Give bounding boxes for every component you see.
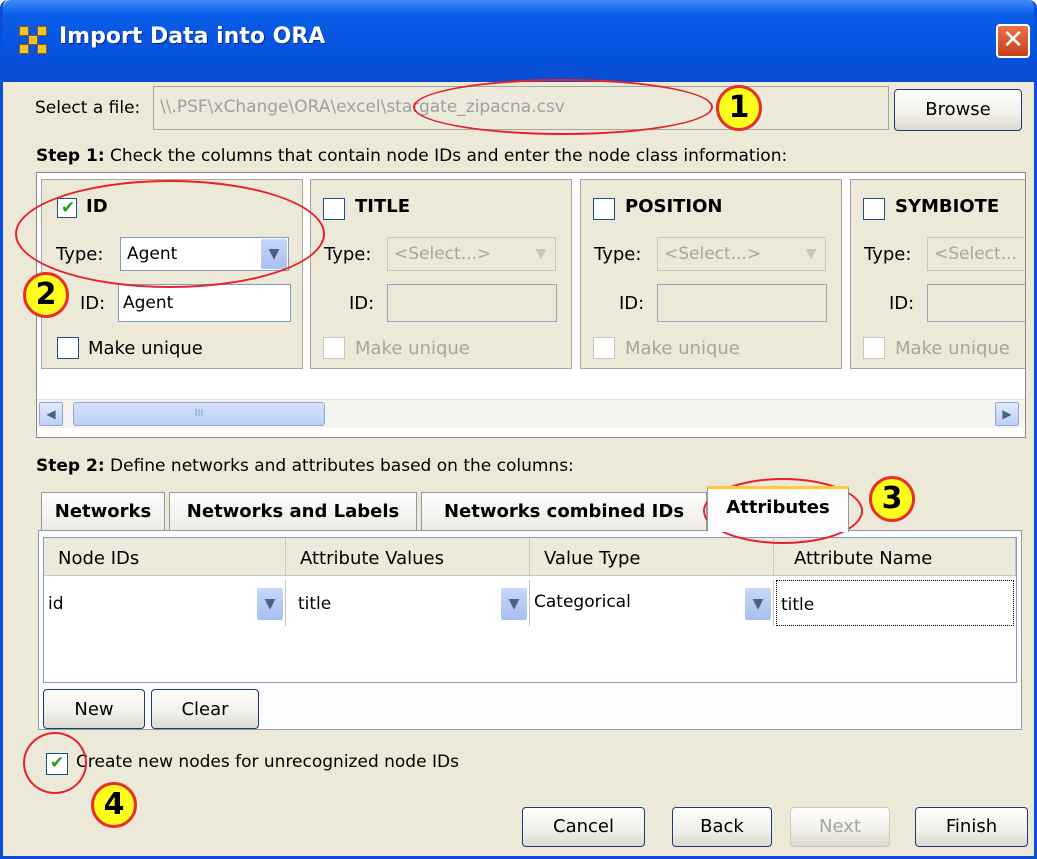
browse-button[interactable]: Browse [894, 89, 1022, 131]
cancel-button[interactable]: Cancel [522, 807, 645, 847]
position-node-class-input[interactable] [657, 284, 827, 322]
title-column-checkbox[interactable] [323, 198, 345, 220]
chevron-down-icon: ▼ [501, 588, 527, 620]
column-name-symbiote: SYMBIOTE [895, 196, 1000, 217]
position-make-unique-checkbox[interactable] [593, 337, 615, 359]
make-unique-label: Make unique [625, 338, 740, 359]
tab-networks-combined-ids[interactable]: Networks combined IDs [421, 492, 707, 530]
chevron-down-icon: ▼ [528, 239, 554, 269]
select-file-label: Select a file: [35, 98, 141, 118]
create-new-nodes-label: Create new nodes for unrecognized node I… [76, 752, 459, 772]
ora-app-icon [19, 26, 47, 54]
annotation-badge-2: 2 [23, 272, 69, 318]
tab-attributes[interactable]: Attributes [707, 486, 849, 532]
id-label: ID: [349, 293, 375, 314]
column-panel-position: POSITION Type: <Select...> ▼ ID: Make uni… [580, 179, 842, 369]
header-value-type[interactable]: Value Type [530, 538, 774, 576]
attribute-values-cell[interactable]: title ▼ [286, 580, 530, 626]
annotation-badge-4: 4 [91, 782, 137, 828]
chevron-down-icon: ▼ [798, 239, 824, 269]
column-panel-title: TITLE Type: <Select...> ▼ ID: Make unique [310, 179, 572, 369]
id-label: ID: [889, 293, 915, 314]
close-button[interactable]: ✕ [996, 24, 1030, 58]
title-make-unique-checkbox[interactable] [323, 337, 345, 359]
clear-button[interactable]: Clear [151, 689, 259, 729]
make-unique-label: Make unique [355, 338, 470, 359]
annotation-badge-1: 1 [716, 85, 762, 131]
id-label: ID: [619, 293, 645, 314]
symbiote-type-select[interactable]: <Select... [927, 237, 1025, 271]
title-type-select[interactable]: <Select...> ▼ [387, 237, 556, 271]
node-ids-cell[interactable]: id ▼ [44, 580, 286, 626]
attributes-panel: Node IDs Attribute Values Value Type Att… [38, 530, 1022, 730]
chevron-down-icon: ▼ [257, 588, 283, 620]
tab-networks[interactable]: Networks [41, 492, 165, 530]
import-dialog: Import Data into ORA ✕ Select a file: \\… [0, 0, 1037, 859]
position-type-select[interactable]: <Select...> ▼ [657, 237, 826, 271]
window-title: Import Data into ORA [59, 24, 326, 49]
column-panel-symbiote: SYMBIOTE Type: <Select... ID: Make uniqu… [850, 179, 1025, 369]
annotation-circle-checkbox [23, 732, 87, 794]
back-button[interactable]: Back [672, 807, 772, 847]
annotation-ellipse-file [413, 79, 713, 135]
chevron-down-icon: ▼ [745, 588, 771, 620]
column-name-title: TITLE [355, 196, 411, 217]
next-button[interactable]: Next [790, 807, 890, 847]
tab-networks-and-labels[interactable]: Networks and Labels [169, 492, 417, 530]
id-node-class-input[interactable]: Agent [118, 284, 291, 322]
header-node-ids[interactable]: Node IDs [44, 538, 286, 576]
annotation-ellipse-id-column [15, 180, 325, 288]
position-column-checkbox[interactable] [593, 198, 615, 220]
scroll-thumb[interactable]: III [73, 402, 325, 426]
id-make-unique-checkbox[interactable] [57, 337, 79, 359]
attributes-table: Node IDs Attribute Values Value Type Att… [43, 537, 1017, 683]
attribute-name-cell[interactable]: title [776, 580, 1014, 626]
type-label: Type: [324, 244, 372, 265]
symbiote-column-checkbox[interactable] [863, 198, 885, 220]
value-type-cell[interactable]: Categorical ▼ [530, 580, 774, 626]
annotation-badge-3: 3 [869, 476, 915, 522]
make-unique-label: Make unique [88, 338, 203, 359]
finish-button[interactable]: Finish [915, 807, 1028, 847]
type-label: Type: [864, 244, 912, 265]
step1-instructions: Step 1: Check the columns that contain n… [36, 146, 788, 166]
header-attribute-values[interactable]: Attribute Values [286, 538, 530, 576]
symbiote-node-class-input[interactable] [927, 284, 1025, 322]
step2-instructions: Step 2: Define networks and attributes b… [36, 456, 574, 476]
header-attribute-name[interactable]: Attribute Name [774, 538, 1016, 576]
new-button[interactable]: New [43, 689, 145, 729]
type-label: Type: [594, 244, 642, 265]
column-name-position: POSITION [625, 196, 723, 217]
horizontal-scrollbar[interactable]: ◀ III ▶ [37, 399, 1025, 428]
scroll-left-icon[interactable]: ◀ [39, 402, 63, 426]
make-unique-label: Make unique [895, 338, 1010, 359]
scroll-right-icon[interactable]: ▶ [995, 402, 1019, 426]
symbiote-make-unique-checkbox[interactable] [863, 337, 885, 359]
title-bar[interactable]: Import Data into ORA ✕ [3, 0, 1034, 82]
id-label: ID: [80, 293, 106, 314]
title-node-class-input[interactable] [387, 284, 557, 322]
